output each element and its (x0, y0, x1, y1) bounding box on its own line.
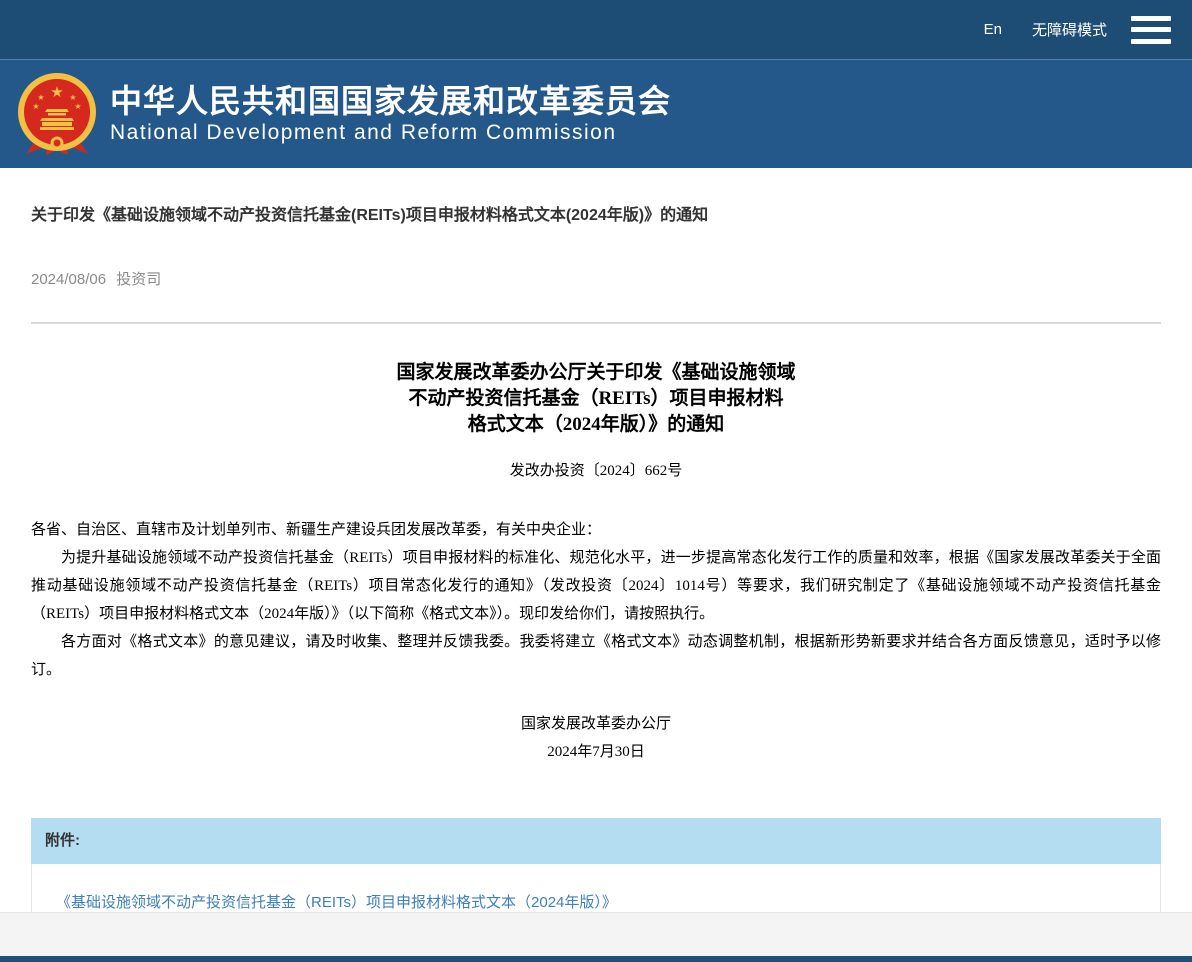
paragraph-salutation: 各省、自治区、直辖市及计划单列市、新疆生产建设兵团发展改革委，有关中央企业： (31, 516, 1161, 544)
menu-bar (1131, 27, 1171, 32)
article-meta: 2024/08/06 投资司 (31, 268, 1161, 289)
site-header: ★ ★ ★ ★ ★ 中华人民共和国国家发展和改革委员会 National Dev… (0, 60, 1192, 168)
site-titles: 中华人民共和国国家发展和改革委员会 National Development a… (110, 83, 671, 146)
attachment-label: 附件: (31, 818, 1161, 864)
national-emblem-icon: ★ ★ ★ ★ ★ (14, 71, 100, 157)
svg-text:★: ★ (69, 93, 76, 102)
site-title-cn: 中华人民共和国国家发展和改革委员会 (110, 83, 671, 119)
signature-date: 2024年7月30日 (31, 738, 1161, 766)
svg-text:★: ★ (37, 93, 44, 102)
paragraph: 各方面对《格式文本》的意见建议，请及时收集、整理并反馈我委。我委将建立《格式文本… (31, 628, 1161, 684)
official-document: 国家发展改革委办公厅关于印发《基础设施领域 不动产投资信托基金（REITs）项目… (31, 360, 1161, 766)
page: En 无障碍模式 ★ ★ ★ ★ ★ (0, 0, 1192, 962)
footer-bottom-bar (0, 956, 1192, 962)
footer (0, 912, 1192, 962)
article-content: 关于印发《基础设施领域不动产投资信托基金(REITs)项目申报材料格式文本(20… (0, 168, 1192, 912)
lang-en-link[interactable]: En (984, 21, 1002, 38)
svg-text:★: ★ (50, 83, 63, 101)
svg-text:★: ★ (74, 102, 81, 111)
accessibility-mode-link[interactable]: 无障碍模式 (1032, 19, 1107, 40)
footer-area (0, 912, 1192, 956)
article-title: 关于印发《基础设施领域不动产投资信托基金(REITs)项目申报材料格式文本(20… (31, 205, 1161, 227)
divider (31, 322, 1161, 324)
publish-date: 2024/08/06 (31, 271, 106, 288)
attachment-body: 《基础设施领域不动产投资信托基金（REITs）项目申报材料格式文本（2024年版… (31, 864, 1161, 912)
menu-bar (1131, 39, 1171, 44)
attachment-section: 附件: 《基础设施领域不动产投资信托基金（REITs）项目申报材料格式文本（20… (31, 818, 1161, 912)
document-title-line: 国家发展改革委办公厅关于印发《基础设施领域 (31, 360, 1161, 386)
site-title-en: National Development and Reform Commissi… (110, 120, 671, 146)
topbar: En 无障碍模式 (0, 0, 1192, 60)
svg-text:★: ★ (32, 102, 39, 111)
menu-icon[interactable] (1131, 16, 1171, 44)
document-title-line: 不动产投资信托基金（REITs）项目申报材料 (31, 386, 1161, 412)
menu-bar (1131, 16, 1171, 21)
paragraph: 为提升基础设施领域不动产投资信托基金（REITs）项目申报材料的标准化、规范化水… (31, 544, 1161, 628)
department: 投资司 (116, 271, 161, 288)
document-title-line: 格式文本（2024年版）》的通知 (31, 412, 1161, 438)
signature-org: 国家发展改革委办公厅 (31, 710, 1161, 738)
document-title: 国家发展改革委办公厅关于印发《基础设施领域 不动产投资信托基金（REITs）项目… (31, 360, 1161, 438)
document-number: 发改办投资〔2024〕662号 (31, 459, 1161, 480)
attachment-link[interactable]: 《基础设施领域不动产投资信托基金（REITs）项目申报材料格式文本（2024年版… (56, 894, 617, 911)
